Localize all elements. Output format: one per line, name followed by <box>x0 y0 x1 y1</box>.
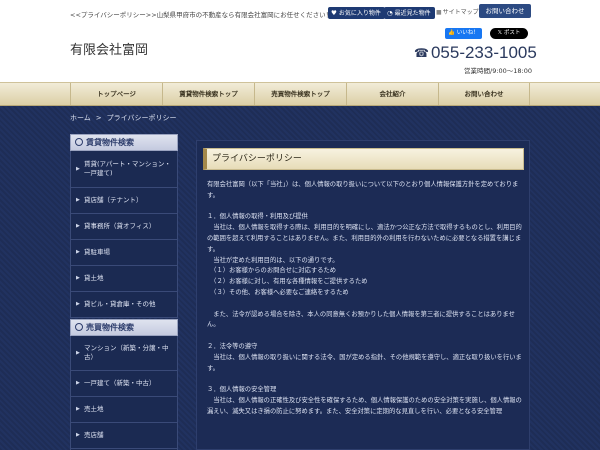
x-logo-icon: 𝕏 <box>497 30 503 36</box>
sidebar-item-label: 貸事務所（貸オフィス） <box>84 222 156 230</box>
arrow-icon: ▶ <box>76 380 80 386</box>
page-title: プライバシーポリシー <box>203 148 524 170</box>
sidebar-item-rental-building[interactable]: ▶ 貸ビル・貸倉庫・その他 <box>71 292 177 318</box>
policy-paragraph: 当社は、個人情報を取得する際は、利用目的を明確にし、適法かつ公正な方法で取得する… <box>207 224 522 253</box>
rental-search-heading: 賃貸物件検索 <box>70 134 178 151</box>
policy-paragraph: 当社が定めた利用目的は、以下の通りです。 <box>207 256 339 264</box>
favorites-button[interactable]: ♥ お気に入り物件 <box>328 7 385 19</box>
sidebar-item-sale-store[interactable]: ▶ 売店舗 <box>71 423 177 449</box>
arrow-icon: ▶ <box>76 223 80 229</box>
phone-number: ☎ 055-233-1005 <box>414 43 537 63</box>
x-post-button[interactable]: 𝕏 ポスト <box>490 28 528 39</box>
clock-icon: ◔ <box>387 9 393 17</box>
arrow-icon: ▶ <box>76 406 80 412</box>
policy-heading: ３．個人情報の安全管理 <box>207 386 277 394</box>
breadcrumb-separator: > <box>95 114 102 122</box>
search-icon <box>75 138 83 146</box>
sidebar-item-label: 売店舗 <box>84 431 104 439</box>
nav-item-company[interactable]: 会社紹介 <box>346 83 438 105</box>
sidebar-item-rental-office[interactable]: ▶ 貸事務所（貸オフィス） <box>71 214 177 240</box>
policy-heading: ２．法令等の遵守 <box>207 342 258 350</box>
sidebar-item-label: 賃貸(アパート・マンション・一戸建て) <box>84 160 171 177</box>
sidebar-item-label: マンション（新築・分譲・中古） <box>84 344 169 361</box>
nav-item-top-page[interactable]: トップページ <box>70 83 162 105</box>
policy-paragraph: また、法令が認める場合を除き、本人の同意無くお預かりした個人情報を第三者に提供す… <box>207 310 515 329</box>
sidebar-item-label: 売土地 <box>84 405 104 413</box>
arrow-icon: ▶ <box>76 249 80 255</box>
breadcrumb-current: プライバシーポリシー <box>106 114 177 122</box>
sidebar-item-sale-house[interactable]: ▶ 一戸建て（新築・中古） <box>71 371 177 397</box>
site-header: <<プライバシーポリシー>>山梨県甲府市の不動産なら有限会社富岡にお任せください… <box>0 0 600 82</box>
like-label: いいね！ <box>456 30 479 36</box>
breadcrumb: ホーム > プライバシーポリシー <box>70 113 177 123</box>
recently-viewed-label: 最近見た物件 <box>394 10 431 17</box>
arrow-icon: ▶ <box>76 165 80 172</box>
recently-viewed-button[interactable]: ◔ 最近見た物件 <box>384 7 435 19</box>
arrow-icon: ▶ <box>76 197 80 203</box>
arrow-icon: ▶ <box>76 349 80 356</box>
sitemap-link[interactable]: ■サイトマップ <box>436 7 479 19</box>
sidebar-item-rental-land[interactable]: ▶ 貸土地 <box>71 266 177 292</box>
policy-paragraph: 有限会社富岡（以下「当社」）は、個人情報の取り扱いについて以下のとおり個人情報保… <box>207 181 519 199</box>
sale-search-list: ▶ マンション（新築・分譲・中古） ▶ 一戸建て（新築・中古） ▶ 売土地 ▶ 売店舗 <box>70 336 178 450</box>
nav-item-sale-search[interactable]: 売買物件検索トップ <box>254 83 346 105</box>
sidebar-item-label: 貸駐車場 <box>84 248 110 256</box>
sidebar-item-label: 貸店舗（テナント） <box>84 196 143 204</box>
bullet-icon: ■ <box>436 9 442 16</box>
policy-list-item: （１）お客様からのお問合せに対応するため <box>207 267 337 275</box>
rental-search-list: ▶ 賃貸(アパート・マンション・一戸建て) ▶ 貸店舗（テナント） ▶ 貸事務所（貸オ… <box>70 151 178 318</box>
nav-item-rental-search[interactable]: 賃貸物件検索トップ <box>162 83 254 105</box>
policy-heading: １．個人情報の取得・利用及び提供 <box>207 213 308 221</box>
global-nav: トップページ 賃貸物件検索トップ 売買物件検索トップ 会社紹介 お問い合わせ <box>0 82 600 106</box>
contact-button-top[interactable]: お問い合わせ <box>479 4 531 18</box>
policy-paragraph: 当社は、個人情報の正確性及び安全性を確保するため、個人情報保護のための安全対策を… <box>207 396 522 415</box>
sidebar-item-sale-land[interactable]: ▶ 売土地 <box>71 397 177 423</box>
sidebar-item-rental-store[interactable]: ▶ 貸店舗（テナント） <box>71 188 177 214</box>
heart-icon: ♥ <box>331 9 337 17</box>
content-panel: プライバシーポリシー 有限会社富岡（以下「当社」）は、個人情報の取り扱いについて… <box>196 140 530 450</box>
rental-search-title: 賃貸物件検索 <box>86 138 134 147</box>
post-label: ポスト <box>503 30 521 36</box>
arrow-icon: ▶ <box>76 275 80 281</box>
like-thumb-icon: 👍 <box>448 30 456 36</box>
breadcrumb-home[interactable]: ホーム <box>70 114 91 122</box>
policy-list-item: （３）その他、お客様へ必要なご連絡をするため <box>207 288 349 296</box>
sitemap-label: サイトマップ <box>442 9 479 16</box>
business-hours: 営業時間/9:00～18:00 <box>464 67 533 75</box>
header-tagline: <<プライバシーポリシー>>山梨県甲府市の不動産なら有限会社富岡にお任せください… <box>70 11 333 19</box>
company-name[interactable]: 有限会社富岡 <box>70 39 148 58</box>
favorites-label: お気に入り物件 <box>338 10 381 17</box>
facebook-like-button[interactable]: 👍 いいね！ <box>445 28 482 39</box>
policy-body: 有限会社富岡（以下「当社」）は、個人情報の取り扱いについて以下のとおり個人情報保… <box>207 180 525 418</box>
sidebar-item-label: 一戸建て（新築・中古） <box>84 379 156 387</box>
sidebar-item-rental-residential[interactable]: ▶ 賃貸(アパート・マンション・一戸建て) <box>71 151 177 188</box>
phone-text: 055-233-1005 <box>430 43 537 62</box>
sidebar-item-rental-parking[interactable]: ▶ 貸駐車場 <box>71 240 177 266</box>
phone-icon: ☎ <box>414 46 429 60</box>
arrow-icon: ▶ <box>76 301 80 307</box>
sidebar-item-label: 貸土地 <box>84 274 104 282</box>
sale-search-heading: 売買物件検索 <box>70 319 178 336</box>
sidebar-item-sale-condo[interactable]: ▶ マンション（新築・分譲・中古） <box>71 336 177 371</box>
nav-item-contact[interactable]: お問い合わせ <box>438 83 530 105</box>
sale-search-title: 売買物件検索 <box>86 323 134 332</box>
sidebar-item-label: 貸ビル・貸倉庫・その他 <box>84 300 156 308</box>
main-area: ホーム > プライバシーポリシー 賃貸物件検索 ▶ 賃貸(アパート・マンション・一戸建… <box>0 106 600 450</box>
policy-list-item: （２）お客様に対し、有用な各種情報をご提供するため <box>207 278 368 286</box>
arrow-icon: ▶ <box>76 432 80 438</box>
policy-paragraph: 当社は、個人情報の取り扱いに関する法令、国が定める指針、その他規範を遵守し、適正… <box>207 353 522 372</box>
search-icon <box>75 323 83 331</box>
